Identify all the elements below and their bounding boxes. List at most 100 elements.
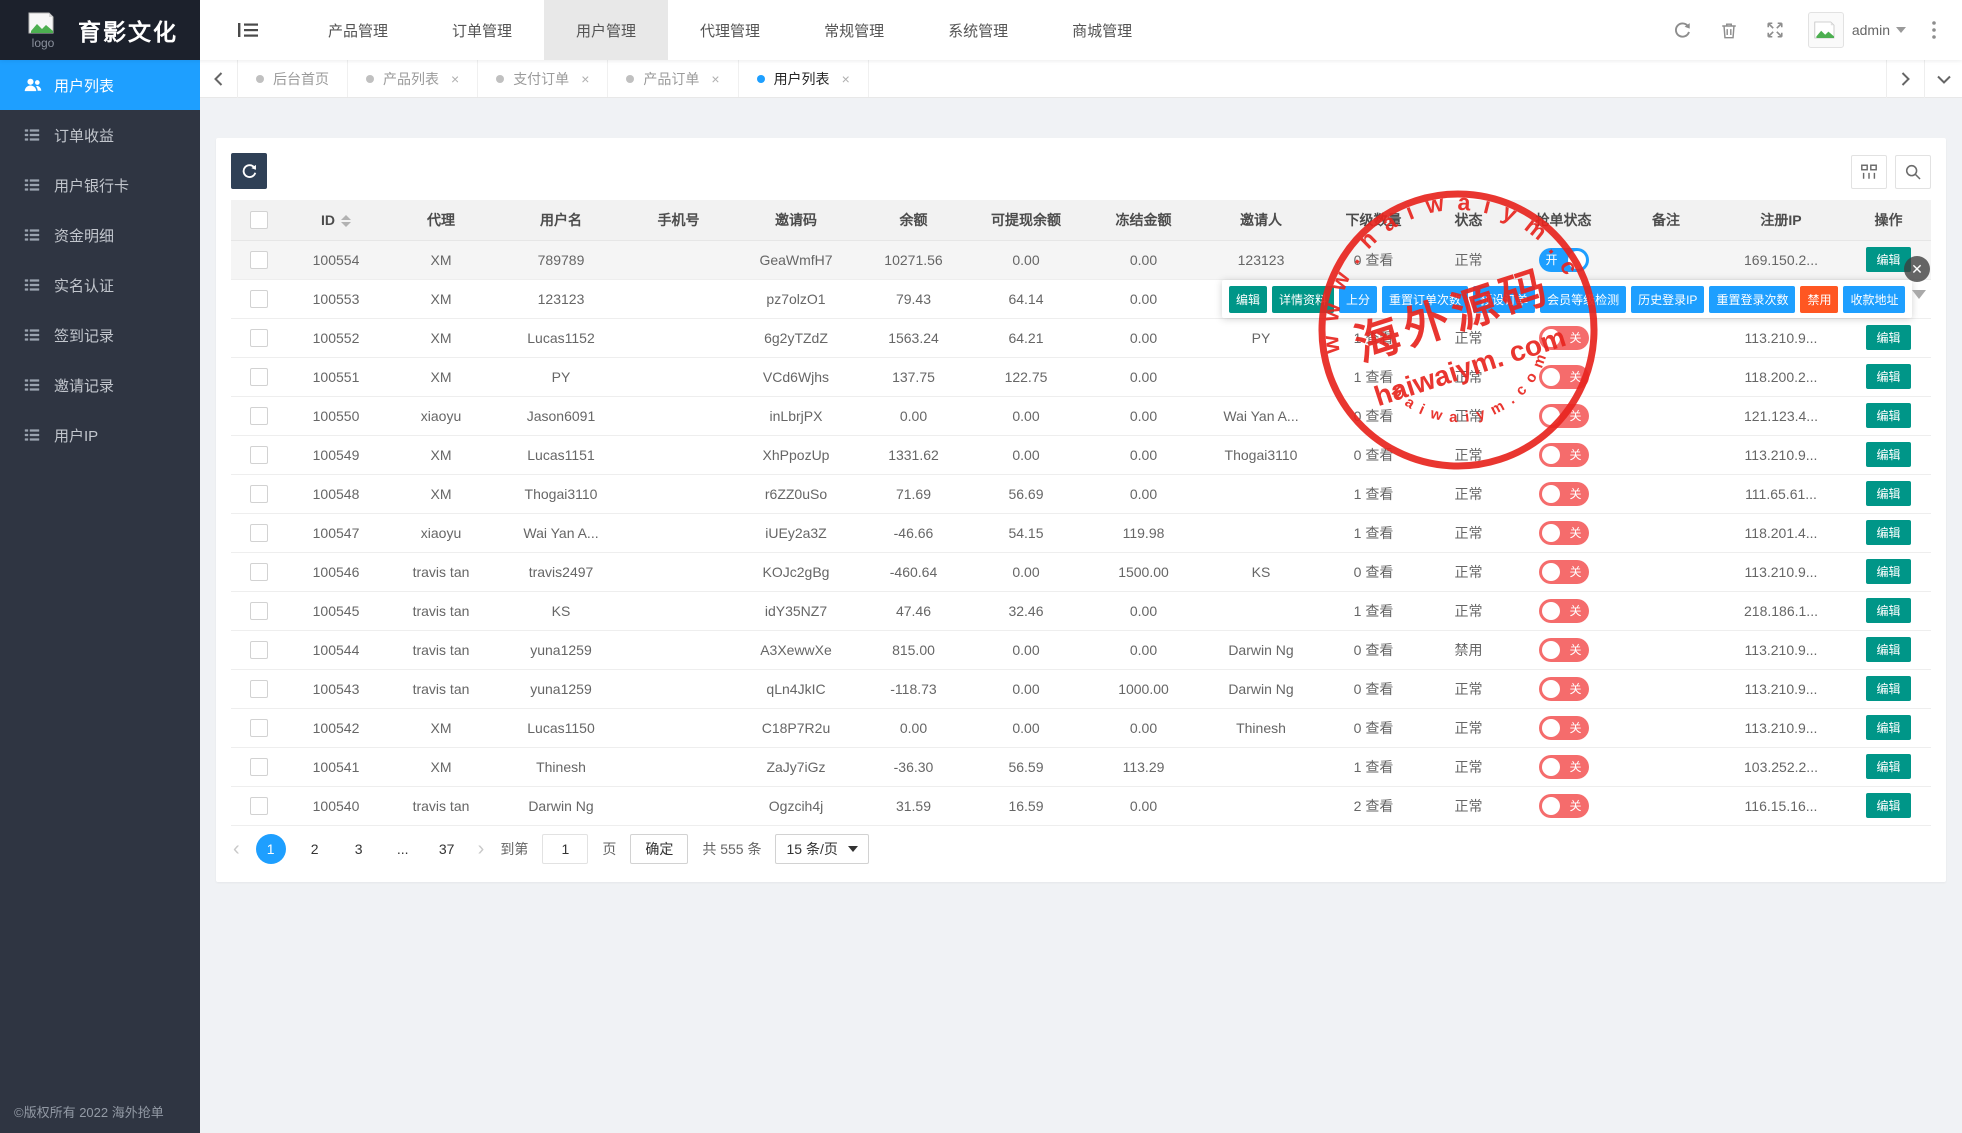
row-checkbox[interactable] (250, 368, 268, 386)
page-button[interactable]: 2 (300, 834, 330, 864)
nav-item-2[interactable]: 用户管理 (544, 0, 668, 60)
row-checkbox[interactable] (250, 524, 268, 542)
view-subordinates-link[interactable]: 查看 (1365, 252, 1393, 268)
edit-button[interactable]: 编辑 (1866, 715, 1910, 740)
goto-page-input[interactable] (542, 834, 588, 864)
order-status-toggle[interactable]: 关 (1539, 482, 1589, 506)
filter-columns-button[interactable] (1851, 155, 1887, 189)
refresh-button[interactable] (1660, 0, 1706, 60)
sidebar-item-5[interactable]: 签到记录 (0, 310, 200, 360)
select-all-checkbox[interactable] (250, 211, 268, 229)
tab-close-icon[interactable]: × (451, 72, 459, 86)
view-subordinates-link[interactable]: 查看 (1365, 603, 1393, 619)
view-subordinates-link[interactable]: 查看 (1365, 369, 1393, 385)
view-subordinates-link[interactable]: 查看 (1365, 447, 1393, 463)
nav-item-1[interactable]: 订单管理 (420, 0, 544, 60)
edit-button[interactable]: 编辑 (1866, 793, 1910, 818)
edit-button[interactable]: 编辑 (1866, 676, 1910, 701)
scroll-down-icon[interactable] (1912, 290, 1926, 299)
row-checkbox[interactable] (250, 797, 268, 815)
order-status-toggle[interactable]: 关 (1539, 794, 1589, 818)
popup-action-6[interactable]: 历史登录IP (1631, 286, 1704, 313)
prev-page-button[interactable]: ‹ (231, 838, 242, 861)
edit-button[interactable]: 编辑 (1866, 403, 1910, 428)
edit-button[interactable]: 编辑 (1866, 325, 1910, 350)
popup-action-8[interactable]: 禁用 (1800, 286, 1838, 313)
tab-close-icon[interactable]: × (711, 72, 719, 86)
order-status-toggle[interactable]: 关 (1539, 638, 1589, 662)
edit-button[interactable]: 编辑 (1866, 520, 1910, 545)
order-status-toggle[interactable]: 开 (1539, 248, 1589, 272)
order-status-toggle[interactable]: 关 (1539, 326, 1589, 350)
order-status-toggle[interactable]: 关 (1539, 599, 1589, 623)
clear-cache-button[interactable] (1706, 0, 1752, 60)
sidebar-item-2[interactable]: 用户银行卡 (0, 160, 200, 210)
tab-4[interactable]: 用户列表× (739, 60, 869, 97)
popup-close-button[interactable]: ✕ (1904, 256, 1930, 282)
sort-icon[interactable] (341, 215, 351, 227)
order-status-toggle[interactable]: 关 (1539, 677, 1589, 701)
avatar[interactable] (1808, 12, 1844, 48)
sidebar-item-3[interactable]: 资金明细 (0, 210, 200, 260)
fullscreen-button[interactable] (1752, 0, 1798, 60)
tab-close-icon[interactable]: × (842, 72, 850, 86)
order-status-toggle[interactable]: 关 (1539, 443, 1589, 467)
order-status-toggle[interactable]: 关 (1539, 716, 1589, 740)
sidebar-item-4[interactable]: 实名认证 (0, 260, 200, 310)
sidebar-item-1[interactable]: 订单收益 (0, 110, 200, 160)
user-menu[interactable]: admin (1852, 22, 1890, 38)
tabs-scroll-left-button[interactable] (200, 60, 238, 98)
view-subordinates-link[interactable]: 查看 (1365, 759, 1393, 775)
popup-action-0[interactable]: 编辑 (1229, 286, 1267, 313)
edit-button[interactable]: 编辑 (1866, 754, 1910, 779)
popup-action-4[interactable]: 预设订单 (1473, 286, 1535, 313)
row-checkbox[interactable] (250, 563, 268, 581)
sidebar-item-6[interactable]: 邀请记录 (0, 360, 200, 410)
row-checkbox[interactable] (250, 446, 268, 464)
order-status-toggle[interactable]: 关 (1539, 755, 1589, 779)
row-checkbox[interactable] (250, 641, 268, 659)
order-status-toggle[interactable]: 关 (1539, 365, 1589, 389)
edit-button[interactable]: 编辑 (1866, 442, 1910, 467)
row-checkbox[interactable] (250, 485, 268, 503)
view-subordinates-link[interactable]: 查看 (1365, 486, 1393, 502)
popup-action-2[interactable]: 上分 (1339, 286, 1377, 313)
row-checkbox[interactable] (250, 407, 268, 425)
row-checkbox[interactable] (250, 251, 268, 269)
goto-confirm-button[interactable]: 确定 (630, 834, 688, 864)
view-subordinates-link[interactable]: 查看 (1365, 798, 1393, 814)
nav-item-6[interactable]: 商城管理 (1040, 0, 1164, 60)
nav-item-4[interactable]: 常规管理 (792, 0, 916, 60)
per-page-select[interactable]: 15 条/页 (775, 834, 868, 864)
nav-item-5[interactable]: 系统管理 (916, 0, 1040, 60)
table-refresh-button[interactable] (231, 153, 267, 189)
sidebar-item-7[interactable]: 用户IP (0, 410, 200, 460)
row-checkbox[interactable] (250, 680, 268, 698)
search-button[interactable] (1895, 155, 1931, 189)
tabs-menu-button[interactable] (1924, 60, 1962, 98)
tabs-scroll-right-button[interactable] (1886, 60, 1924, 98)
nav-item-0[interactable]: 产品管理 (296, 0, 420, 60)
row-checkbox[interactable] (250, 329, 268, 347)
tab-close-icon[interactable]: × (581, 72, 589, 86)
edit-button[interactable]: 编辑 (1866, 364, 1910, 389)
tab-3[interactable]: 产品订单× (608, 60, 738, 97)
tab-1[interactable]: 产品列表× (348, 60, 478, 97)
order-status-toggle[interactable]: 关 (1539, 521, 1589, 545)
sidebar-item-0[interactable]: 用户列表 (0, 60, 200, 110)
row-checkbox[interactable] (250, 290, 268, 308)
tab-0[interactable]: 后台首页 (238, 60, 348, 97)
popup-action-7[interactable]: 重置登录次数 (1709, 286, 1795, 313)
view-subordinates-link[interactable]: 查看 (1365, 330, 1393, 346)
order-status-toggle[interactable]: 关 (1539, 560, 1589, 584)
row-checkbox[interactable] (250, 602, 268, 620)
page-button[interactable]: 3 (344, 834, 374, 864)
tab-2[interactable]: 支付订单× (478, 60, 608, 97)
edit-button[interactable]: 编辑 (1866, 598, 1910, 623)
edit-button[interactable]: 编辑 (1866, 481, 1910, 506)
next-page-button[interactable]: › (476, 838, 487, 861)
view-subordinates-link[interactable]: 查看 (1365, 408, 1393, 424)
row-checkbox[interactable] (250, 719, 268, 737)
view-subordinates-link[interactable]: 查看 (1365, 720, 1393, 736)
row-checkbox[interactable] (250, 758, 268, 776)
